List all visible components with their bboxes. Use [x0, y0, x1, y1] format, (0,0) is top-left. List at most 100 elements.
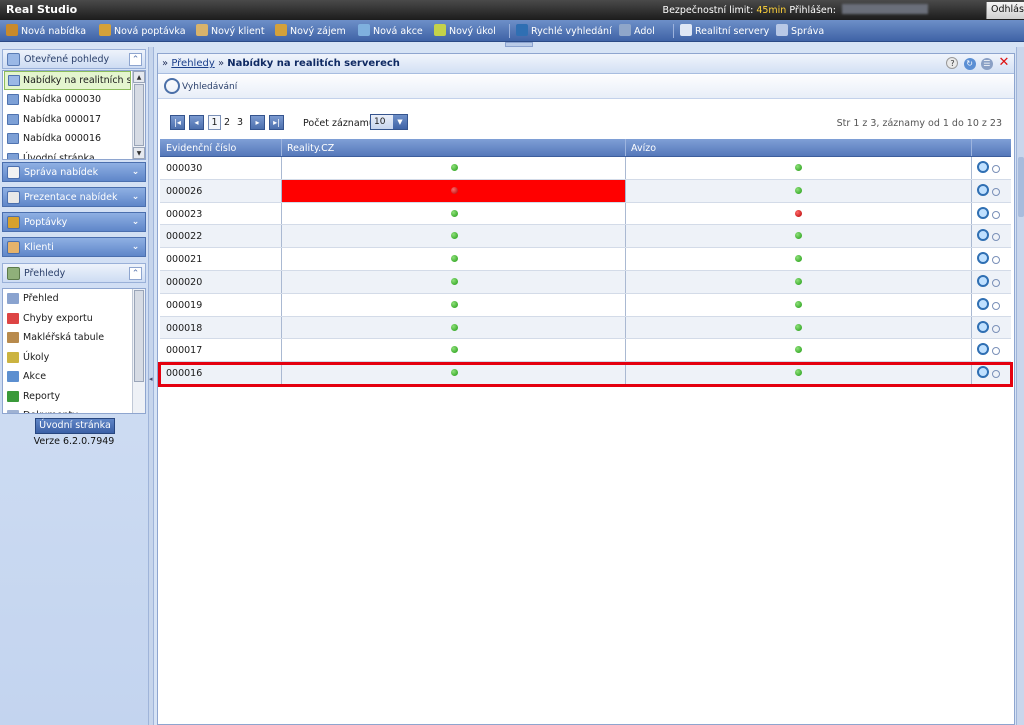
zoom-icon[interactable]	[977, 161, 989, 173]
prev-page-icon[interactable]: ◂	[189, 115, 204, 130]
scroll-thumb[interactable]	[134, 84, 144, 146]
overview-item[interactable]: Makléřská tabule	[3, 328, 145, 348]
column-avizo[interactable]: Avízo	[631, 143, 656, 154]
open-view-item[interactable]: Nabídky na realitních serv	[4, 71, 131, 90]
refresh-icon[interactable]: ↻	[963, 58, 976, 70]
chevron-down-icon[interactable]: ⌄	[129, 216, 142, 229]
key-icon	[275, 24, 287, 36]
scroll-down-icon[interactable]: ▼	[133, 147, 145, 159]
overview-item[interactable]: Dokumenty	[3, 406, 145, 413]
detail-search-icon[interactable]	[992, 347, 1000, 356]
settings-icon[interactable]: ☰	[980, 58, 993, 70]
overviews-header[interactable]: Přehledy ⌃	[2, 263, 146, 283]
table-row[interactable]: 000023	[160, 202, 1011, 226]
scroll-thumb[interactable]	[1018, 157, 1024, 217]
zoom-icon[interactable]	[977, 320, 989, 333]
zoom-icon[interactable]	[977, 366, 989, 379]
section-header-3[interactable]: Klienti ⌄	[2, 237, 146, 257]
table-row[interactable]: 000019	[160, 293, 1011, 317]
detail-search-icon[interactable]	[992, 256, 1000, 265]
detail-search-icon[interactable]	[992, 370, 1000, 379]
scroll-up-icon[interactable]: ▲	[133, 71, 145, 83]
column-evidence-number[interactable]: Evidenční číslo	[166, 143, 236, 154]
help-icon[interactable]: ?	[946, 57, 959, 69]
detail-search-icon[interactable]	[992, 278, 1000, 287]
first-page-icon[interactable]: |◂	[170, 115, 185, 130]
toolbar-button-2[interactable]: Nový klient	[196, 24, 265, 37]
chevron-down-icon[interactable]: ⌄	[129, 241, 142, 254]
close-icon[interactable]: ✕	[998, 56, 1010, 69]
zoom-icon[interactable]	[977, 252, 989, 265]
row-actions	[977, 206, 1000, 219]
table-row[interactable]: 000017	[160, 339, 1011, 363]
detail-search-icon[interactable]	[992, 233, 1000, 242]
detail-search-icon[interactable]	[992, 324, 1000, 333]
section-header-1[interactable]: Prezentace nabídek ⌄	[2, 187, 146, 207]
zoom-icon[interactable]	[977, 183, 989, 196]
toolbar-button-3[interactable]: Nový zájem	[275, 24, 346, 37]
status-ok-icon	[451, 232, 458, 240]
zoom-icon[interactable]	[977, 297, 989, 310]
toolbar-button-8[interactable]: Realitní servery	[680, 24, 769, 37]
open-view-item[interactable]: Úvodní stránka	[3, 149, 145, 160]
search-icon[interactable]	[164, 78, 180, 94]
page-3[interactable]: 3	[237, 117, 243, 128]
home-page-button[interactable]: Úvodní stránka	[35, 418, 115, 434]
open-view-label: Úvodní stránka	[23, 152, 95, 160]
table-row[interactable]: 000026	[160, 179, 1011, 203]
window-scrollbar[interactable]	[1016, 47, 1024, 725]
collapse-icon[interactable]: ⌃	[129, 267, 142, 280]
search-link[interactable]: Vyhledávání	[182, 82, 237, 92]
breadcrumb-link-overviews[interactable]: Přehledy	[171, 58, 214, 69]
records-per-page-select[interactable]: 10 ▼	[370, 114, 408, 130]
zoom-icon[interactable]	[977, 229, 989, 242]
toolbar-button-0[interactable]: Nová nabídka	[6, 24, 86, 37]
table-row[interactable]: 000018	[160, 316, 1011, 340]
last-page-icon[interactable]: ▸|	[269, 115, 284, 130]
open-views-header[interactable]: Otevřené pohledy ⌃	[2, 49, 146, 69]
top-splitter-handle[interactable]	[505, 42, 533, 47]
overview-item[interactable]: Chyby exportu	[3, 309, 145, 329]
page-1[interactable]: 1	[208, 115, 221, 130]
section-header-0[interactable]: Správa nabídek ⌄	[2, 162, 146, 182]
column-reality-cz[interactable]: Reality.CZ	[287, 143, 334, 154]
logout-button[interactable]: Odhlás	[986, 2, 1024, 19]
table-row[interactable]: 000022	[160, 225, 1011, 249]
zoom-icon[interactable]	[977, 343, 989, 356]
main-panel: » Přehledy » Nabídky na realitích server…	[157, 53, 1015, 725]
detail-search-icon[interactable]	[992, 210, 1000, 219]
toolbar-button-4[interactable]: Nová akce	[358, 24, 423, 37]
collapse-icon[interactable]: ⌃	[129, 53, 142, 66]
detail-search-icon[interactable]	[992, 301, 1000, 310]
toolbar-button-7[interactable]: Adol	[619, 24, 655, 37]
chevron-down-icon[interactable]: ⌄	[129, 166, 142, 179]
vertical-splitter[interactable]: ◂	[148, 47, 154, 725]
scroll-thumb[interactable]	[134, 290, 144, 382]
chevron-down-icon[interactable]: ⌄	[129, 191, 142, 204]
toolbar-button-1[interactable]: Nová poptávka	[99, 24, 186, 37]
overviews-scrollbar[interactable]	[132, 289, 145, 413]
zoom-icon[interactable]	[977, 206, 989, 219]
table-row[interactable]: 000021	[160, 248, 1011, 271]
overview-item[interactable]: Úkoly	[3, 348, 145, 368]
toolbar-button-6[interactable]: Rychlé vyhledání	[516, 24, 612, 37]
zoom-icon[interactable]	[977, 274, 989, 287]
overview-item[interactable]: Akce	[3, 367, 145, 387]
detail-search-icon[interactable]	[992, 187, 1000, 196]
table-row[interactable]: 000030	[160, 157, 1011, 180]
open-view-item[interactable]: Nabídka 000017	[3, 110, 145, 130]
overview-item[interactable]: Reporty	[3, 387, 145, 407]
collapse-arrow-icon[interactable]: ◂	[149, 375, 153, 383]
toolbar-button-5[interactable]: Nový úkol	[434, 24, 496, 37]
table-row[interactable]: 000016	[160, 362, 1011, 385]
overview-item[interactable]: Přehled	[3, 289, 145, 309]
open-views-scrollbar[interactable]: ▲ ▼	[132, 71, 145, 159]
open-view-item[interactable]: Nabídka 000030	[3, 90, 145, 110]
detail-search-icon[interactable]	[992, 165, 1000, 173]
open-view-item[interactable]: Nabídka 000016	[3, 129, 145, 149]
page-2[interactable]: 2	[224, 117, 230, 128]
next-page-icon[interactable]: ▸	[250, 115, 265, 130]
toolbar-button-9[interactable]: Správa	[776, 24, 824, 37]
section-header-2[interactable]: Poptávky ⌄	[2, 212, 146, 232]
table-row[interactable]: 000020	[160, 270, 1011, 294]
